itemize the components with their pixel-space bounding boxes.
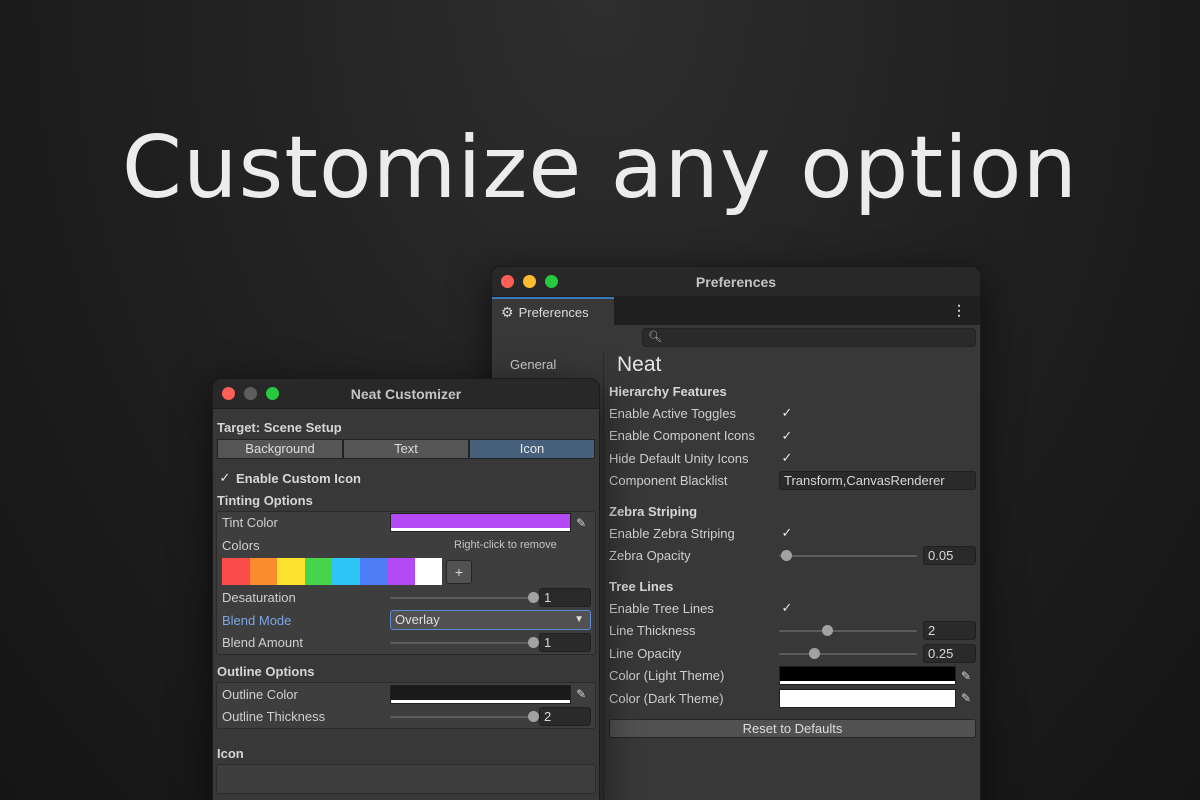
swatch-blue[interactable] [359,558,387,585]
right-click-hint: Right-click to remove [454,539,557,552]
preferences-content: Neat Hierarchy Features Enable Active To… [605,351,980,800]
window-title: Neat Customizer [350,386,462,402]
outline-thickness-label: Outline Thickness [222,709,326,725]
slider-knob[interactable] [528,637,539,649]
enable-zebra-striping-label: Enable Zebra Striping [609,525,735,541]
zebra-opacity-slider[interactable] [779,546,917,565]
gear-icon: ⚙ [501,303,514,320]
line-thickness-field[interactable]: 2 [923,621,976,641]
swatch-green[interactable] [304,558,332,585]
enable-component-icons-label: Enable Component Icons [609,428,755,444]
slider-knob[interactable] [528,711,539,723]
tab-text[interactable]: Text [343,439,469,459]
tab-bar: Background Text Icon [217,439,595,459]
blend-amount-field[interactable]: 1 [539,633,591,653]
hide-default-unity-icons-label: Hide Default Unity Icons [609,450,749,466]
slider-knob[interactable] [528,592,539,604]
color-light-theme-label: Color (Light Theme) [609,668,725,684]
tint-color-field[interactable] [390,513,572,533]
add-color-button[interactable]: + [446,559,472,584]
section-tinting-options: Tinting Options [217,492,313,508]
enable-active-toggles-checkbox[interactable]: ✓ [779,405,795,421]
colors-label: Colors [222,537,260,553]
search-input[interactable]: 🔍︎ [642,328,976,347]
zebra-opacity-field[interactable]: 0.05 [923,546,976,566]
swatch-yellow[interactable] [277,558,305,585]
customizer-titlebar: Neat Customizer [213,379,599,409]
section-icon: Icon [217,746,244,761]
line-opacity-label: Line Opacity [609,645,682,661]
section-hierarchy-features: Hierarchy Features [609,384,727,399]
icon-box [216,764,596,794]
enable-active-toggles-label: Enable Active Toggles [609,405,736,421]
page-title: Neat [617,353,662,376]
tab-label: Preferences [518,304,589,320]
desaturation-label: Desaturation [222,590,296,606]
slider-knob[interactable] [780,550,792,562]
desaturation-slider[interactable] [390,588,539,607]
enable-custom-icon-checkbox[interactable]: ✓ [217,470,233,486]
eyedropper-icon[interactable]: ✎ [956,666,976,685]
enable-tree-lines-label: Enable Tree Lines [609,600,714,616]
eyedropper-icon[interactable]: ✎ [956,689,976,708]
color-swatches [222,558,442,585]
search-icon: 🔍︎ [648,331,662,343]
enable-zebra-striping-checkbox[interactable]: ✓ [779,525,795,541]
color-dark-theme-label: Color (Dark Theme) [609,690,724,706]
tab-background[interactable]: Background [217,439,343,459]
line-opacity-slider[interactable] [779,644,917,663]
eyedropper-icon[interactable]: ✎ [571,513,591,532]
hide-default-unity-icons-checkbox[interactable]: ✓ [779,450,795,466]
more-options-icon[interactable]: ⋮ [952,302,966,319]
outline-color-field[interactable] [390,684,572,704]
blend-mode-select[interactable]: Overlay ▼ [390,610,591,631]
chevron-down-icon: ▼ [574,614,584,626]
enable-tree-lines-checkbox[interactable]: ✓ [779,600,795,616]
window-title: Preferences [695,274,777,290]
zebra-opacity-label: Zebra Opacity [609,548,691,564]
blend-amount-label: Blend Amount [222,635,303,651]
outline-thickness-field[interactable]: 2 [539,707,591,727]
preferences-titlebar: Preferences [492,267,980,297]
swatch-cyan[interactable] [332,558,360,585]
blend-amount-slider[interactable] [390,633,539,652]
target-label: Target: Scene Setup [217,420,342,435]
section-zebra-striping: Zebra Striping [609,504,698,519]
eyedropper-icon[interactable]: ✎ [571,685,591,704]
line-opacity-field[interactable]: 0.25 [923,643,976,663]
section-tree-lines: Tree Lines [609,579,674,594]
enable-component-icons-checkbox[interactable]: ✓ [779,428,795,444]
line-thickness-label: Line Thickness [609,623,696,639]
color-dark-theme-field[interactable] [779,688,957,708]
tinting-options-box: Tint Color ✎ Colors Right-click to remov… [216,510,596,655]
headline: Customize any option [121,118,1079,218]
swatch-orange[interactable] [249,558,277,585]
slider-knob[interactable] [808,647,820,659]
tab-icon[interactable]: Icon [469,439,595,459]
swatch-white[interactable] [414,558,442,585]
tint-color-label: Tint Color [222,515,278,531]
outline-options-box: Outline Color ✎ Outline Thickness 2 [216,682,596,729]
blend-mode-value: Overlay [395,612,440,628]
reset-to-defaults-button[interactable]: Reset to Defaults [609,718,976,738]
desaturation-field[interactable]: 1 [539,588,591,608]
enable-custom-icon-label: Enable Custom Icon [236,470,361,486]
sidebar-item-general[interactable]: General [510,356,603,374]
line-thickness-slider[interactable] [779,621,917,640]
component-blacklist-field[interactable]: Transform,CanvasRenderer [779,471,976,491]
outline-color-label: Outline Color [222,686,298,702]
tab-preferences[interactable]: ⚙ Preferences [492,297,614,325]
swatch-purple[interactable] [387,558,415,585]
blend-mode-label: Blend Mode [222,612,292,628]
neat-customizer-window: Neat Customizer Target: Scene Setup Back… [212,378,600,800]
component-blacklist-label: Component Blacklist [609,473,728,489]
section-outline-options: Outline Options [217,664,315,679]
swatch-red[interactable] [222,558,250,585]
slider-knob[interactable] [822,625,834,637]
outline-thickness-slider[interactable] [390,707,539,726]
color-light-theme-field[interactable] [779,666,957,686]
